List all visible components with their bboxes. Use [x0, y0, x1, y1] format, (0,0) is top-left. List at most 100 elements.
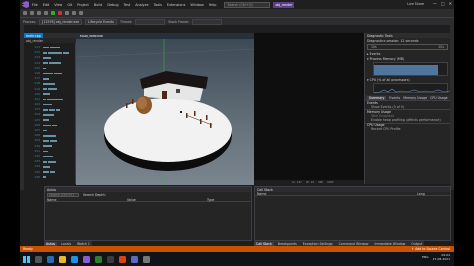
hay-bale: [136, 96, 152, 114]
menu-item-window[interactable]: Window: [190, 3, 203, 7]
back-icon[interactable]: [23, 11, 27, 15]
diagnostic-tools-pane: Diagnostic Tools Diagnostics session: 12…: [364, 33, 451, 184]
3d-scene[interactable]: [76, 39, 254, 185]
ruler-tick-20s: 20s: [438, 45, 444, 49]
visual-studio-taskbar-icon[interactable]: [83, 255, 90, 263]
diag-tab-memory-usage[interactable]: Memory Usage: [403, 96, 427, 100]
menu-item-build[interactable]: Build: [94, 3, 103, 7]
horizon-line: [76, 48, 254, 58]
windows-start-icon[interactable]: [23, 255, 30, 263]
close-button[interactable]: ✕: [449, 1, 452, 6]
app-icon-orange[interactable]: [119, 255, 126, 263]
menu-item-edit[interactable]: Edit: [43, 3, 50, 7]
tab-immediate-window[interactable]: Immediate Window: [373, 242, 408, 246]
language-indicator[interactable]: ENG: [422, 255, 428, 259]
minimize-button[interactable]: —: [433, 1, 437, 6]
menu-item-test[interactable]: Test: [124, 3, 131, 7]
stack-frame-label: Stack Frame:: [168, 19, 190, 24]
timeline-ruler[interactable]: 10s 20s: [367, 44, 448, 50]
diag-tab-events[interactable]: Events: [389, 96, 400, 100]
line-number-gutter: 111 112 113 114 115 116 117 118 119 120 121 122 123 1…: [24, 45, 42, 180]
standard-toolbar: [20, 9, 454, 18]
autos-column-headers: Name Value Type: [45, 198, 251, 202]
stop-icon[interactable]: [58, 11, 62, 15]
tab-breakpoints[interactable]: Breakpoints: [276, 242, 299, 246]
process-label: Process:: [23, 19, 37, 24]
undo-icon[interactable]: [44, 11, 48, 15]
menu-item-analyze[interactable]: Analyze: [135, 3, 148, 7]
vs-window: File Edit View Git Project Build Debug Test Anal…: [20, 0, 454, 266]
tab-autos[interactable]: Autos: [44, 241, 58, 246]
tab-command-window[interactable]: Command Window: [337, 242, 371, 246]
clock[interactable]: 09:04 27-08-2021: [433, 253, 450, 261]
letterbox-left: [0, 0, 20, 266]
cpu-spikes: [373, 88, 451, 94]
tab-watch-1[interactable]: Watch 1: [75, 242, 92, 246]
tab-call-stack[interactable]: Call Stack: [254, 241, 274, 246]
debug-location-toolbar: Process: [12576] obj_render.exe Lifecycl…: [20, 18, 454, 25]
live-share-button[interactable]: Live Share: [407, 2, 424, 6]
lifecycle-events-dropdown[interactable]: Lifecycle Events: [85, 18, 117, 25]
memory-graph[interactable]: [373, 62, 448, 76]
app-icon-gray[interactable]: [143, 255, 150, 263]
diag-action-link[interactable]: Record CPU Profile: [365, 127, 450, 132]
app-icon-terminal[interactable]: [107, 255, 114, 263]
task-view-icon[interactable]: [47, 255, 54, 263]
diagnostics-tab-row: Summary Events Memory Usage CPU Usage: [365, 95, 450, 100]
continue-icon[interactable]: [51, 11, 55, 15]
title-search-input[interactable]: Search (Ctrl+Q): [224, 1, 271, 8]
memory-graph-fill: [374, 65, 439, 75]
line-ending-indicator: CRLF: [327, 180, 334, 184]
render-window[interactable]: MAIN_WINDOW: [76, 33, 254, 185]
diag-tab-cpu-usage[interactable]: CPU Usage: [430, 96, 447, 100]
tab-output[interactable]: Output: [409, 242, 424, 246]
thread-dropdown[interactable]: [135, 18, 166, 25]
whitespace-indicator: SPC: [318, 180, 324, 184]
menu-item-git[interactable]: Git: [67, 3, 72, 7]
editor-status-row: Ln: 127 Ch: 22 SPC CRLF: [254, 180, 364, 184]
autos-col-type[interactable]: Type: [207, 198, 214, 202]
maximize-button[interactable]: □: [441, 1, 445, 6]
menu-item-file[interactable]: File: [32, 3, 38, 7]
app-icon-green[interactable]: [95, 255, 102, 263]
file-explorer-icon[interactable]: [59, 255, 66, 263]
menu-item-project[interactable]: Project: [77, 3, 89, 7]
add-to-source-control-button[interactable]: ↑ Add to Source Control: [411, 247, 450, 251]
code-lines[interactable]: [42, 45, 74, 180]
menu-item-tools[interactable]: Tools: [154, 3, 162, 7]
clock-date: 27-08-2021: [432, 257, 450, 261]
tab-exception-settings[interactable]: Exception Settings: [301, 242, 335, 246]
step-into-icon[interactable]: [79, 11, 83, 15]
tab-locals[interactable]: Locals: [59, 242, 73, 246]
column-indicator: Ch: 22: [305, 180, 315, 184]
code-line[interactable]: [43, 175, 74, 180]
menu-item-debug[interactable]: Debug: [107, 3, 118, 7]
cpu-track-header[interactable]: ▾ CPU (% of all processors): [365, 77, 450, 82]
app-icon-indigo[interactable]: [131, 255, 138, 263]
diag-tab-summary[interactable]: Summary: [367, 95, 387, 100]
save-icon[interactable]: [37, 11, 41, 15]
autos-pane: Autos Search (Ctrl+E) Search Depth: Name…: [44, 186, 252, 241]
callstack-col-lang[interactable]: Lang: [417, 192, 425, 196]
editor-breadcrumb[interactable]: obj_render: [24, 38, 76, 43]
autos-col-value[interactable]: Value: [127, 198, 207, 202]
stack-frame-dropdown[interactable]: [192, 18, 223, 25]
edge-icon[interactable]: [71, 255, 78, 263]
menu-item-extensions[interactable]: Extensions: [167, 3, 185, 7]
cpu-graph[interactable]: [373, 83, 451, 94]
step-over-icon[interactable]: [72, 11, 76, 15]
autos-search-input[interactable]: Search (Ctrl+E): [47, 193, 79, 197]
restart-icon[interactable]: [65, 11, 69, 15]
diag-action-link[interactable]: Enable heap profiling (affects performan…: [365, 118, 450, 123]
callstack-col-name[interactable]: Name: [257, 192, 417, 196]
menu-item-help[interactable]: Help: [209, 3, 217, 7]
autos-col-name[interactable]: Name: [47, 198, 127, 202]
line-number: 136: [34, 174, 40, 179]
menu-item-view[interactable]: View: [54, 3, 62, 7]
letterbox-right: [454, 0, 474, 266]
menu-bar: File Edit View Git Project Build Debug Test Anal…: [32, 3, 216, 7]
process-dropdown[interactable]: [12576] obj_render.exe: [39, 18, 83, 25]
search-icon[interactable]: [35, 255, 42, 263]
forward-icon[interactable]: [30, 11, 34, 15]
memory-track-header[interactable]: ▾ Process Memory (MB): [365, 56, 450, 61]
